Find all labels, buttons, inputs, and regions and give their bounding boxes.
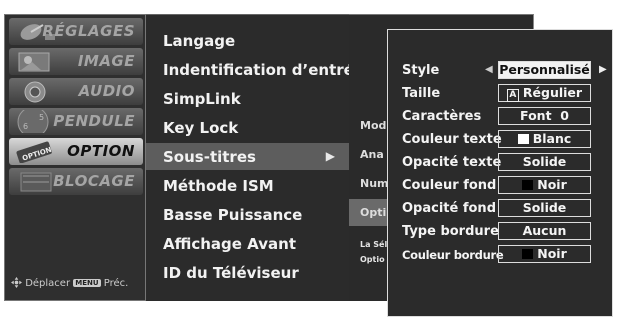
category-label: RÉGLAGES xyxy=(42,22,135,40)
couleur-texte-value[interactable]: Blanc xyxy=(498,130,591,148)
tv-menu-screen: RÉGLAGES IMAGE AUDIO 6 5 PENDULE OPTION … xyxy=(0,0,617,320)
submenu-label: Num xyxy=(360,177,389,190)
opacite-fond-value[interactable]: Solide xyxy=(498,199,591,217)
setting-opacite-texte[interactable]: Opacité texte Solide xyxy=(388,152,614,174)
picture-icon xyxy=(18,52,50,72)
option-label: Key Lock xyxy=(163,119,239,137)
category-label: OPTION xyxy=(67,142,135,160)
submenu-description: La Sél Optio xyxy=(360,237,387,267)
setting-label: Style xyxy=(402,63,440,78)
setting-label: Couleur bordure xyxy=(402,248,504,262)
option-input-identification[interactable]: Indentification d’entrée xyxy=(146,56,364,83)
option-label: Affichage Avant xyxy=(163,235,296,253)
back-label: Préc. xyxy=(103,278,129,289)
white-swatch xyxy=(517,134,529,144)
category-blocage[interactable]: BLOCAGE xyxy=(9,168,143,195)
font-size-icon: A xyxy=(506,89,519,102)
setting-opacite-fond[interactable]: Opacité fond Solide xyxy=(388,198,614,220)
setting-label: Caractères xyxy=(402,109,482,124)
setting-label: Taille xyxy=(402,86,441,101)
option-methode-ism[interactable]: Méthode ISM xyxy=(146,172,349,199)
option-affichage-avant[interactable]: Affichage Avant xyxy=(146,230,349,257)
type-bordure-value[interactable]: Aucun xyxy=(498,222,591,240)
couleur-fond-value[interactable]: Noir xyxy=(498,176,591,194)
setting-style[interactable]: Style ◀ Personnalisé ▶ xyxy=(388,60,614,82)
submenu-label: Mod xyxy=(360,119,387,132)
couleur-bordure-value[interactable]: Noir xyxy=(498,245,591,263)
style-value[interactable]: Personnalisé xyxy=(498,61,591,79)
caracteres-value[interactable]: Font 0 xyxy=(498,107,591,125)
category-label: PENDULE xyxy=(53,112,135,130)
option-label: Langage xyxy=(163,32,236,50)
submenu-label: Ana xyxy=(360,148,384,161)
navigation-hint: Déplacer MENU Préc. xyxy=(11,277,128,289)
setting-couleur-bordure[interactable]: Couleur bordure Noir xyxy=(388,244,614,266)
setting-couleur-fond[interactable]: Couleur fond Noir xyxy=(388,175,614,197)
submenu-label: Opti xyxy=(360,206,387,219)
opacite-texte-value[interactable]: Solide xyxy=(498,153,591,171)
setting-label: Opacité fond xyxy=(402,201,496,216)
setting-caracteres[interactable]: Caractères Font 0 xyxy=(388,106,614,128)
option-menu: Langage Indentification d’entrée SimpLin… xyxy=(146,14,364,301)
setting-label: Couleur fond xyxy=(402,178,497,193)
couleur-fond-text: Noir xyxy=(537,177,567,192)
menu-key-icon: MENU xyxy=(73,279,101,287)
option-label: ID du Téléviseur xyxy=(163,264,299,282)
category-reglages[interactable]: RÉGLAGES xyxy=(9,18,143,45)
setting-label: Type bordure xyxy=(402,224,499,239)
speaker-icon xyxy=(24,81,46,103)
submenu-arrow-icon: ▶ xyxy=(325,149,335,163)
subtitle-settings-panel: Style ◀ Personnalisé ▶ Taille A Régulier … xyxy=(387,29,613,317)
setting-taille[interactable]: Taille A Régulier xyxy=(388,83,614,105)
option-id-televiseur[interactable]: ID du Téléviseur xyxy=(146,259,349,286)
setting-type-bordure[interactable]: Type bordure Aucun xyxy=(388,221,614,243)
category-label: BLOCAGE xyxy=(53,172,135,190)
option-simplink[interactable]: SimpLink xyxy=(146,85,349,112)
move-label: Déplacer xyxy=(25,278,71,289)
taille-value-text: Régulier xyxy=(522,85,583,100)
setting-couleur-texte[interactable]: Couleur texte Blanc xyxy=(388,129,614,151)
option-label: Sous-titres xyxy=(163,148,256,166)
category-label: IMAGE xyxy=(77,52,135,70)
black-swatch xyxy=(522,180,534,190)
option-icon: OPTION xyxy=(16,141,53,163)
description-line: Optio xyxy=(360,255,385,264)
option-label: SimpLink xyxy=(163,90,241,108)
option-label: Indentification d’entrée xyxy=(163,61,365,79)
option-key-lock[interactable]: Key Lock xyxy=(146,114,349,141)
taille-value[interactable]: A Régulier xyxy=(498,84,591,102)
category-image[interactable]: IMAGE xyxy=(9,48,143,75)
svg-text:6: 6 xyxy=(23,122,28,131)
move-arrows-icon xyxy=(11,277,22,288)
category-audio[interactable]: AUDIO xyxy=(9,78,143,105)
right-arrow-icon[interactable]: ▶ xyxy=(599,64,607,75)
left-arrow-icon[interactable]: ◀ xyxy=(485,64,493,75)
option-basse-puissance[interactable]: Basse Puissance xyxy=(146,201,349,228)
couleur-bordure-text: Noir xyxy=(537,246,567,261)
category-menu: RÉGLAGES IMAGE AUDIO 6 5 PENDULE OPTION … xyxy=(4,14,146,301)
option-langage[interactable]: Langage xyxy=(146,27,349,54)
category-option[interactable]: OPTION OPTION xyxy=(9,138,143,165)
svg-text:5: 5 xyxy=(39,113,44,122)
setting-label: Opacité texte xyxy=(402,155,502,170)
category-pendule[interactable]: 6 5 PENDULE xyxy=(9,108,143,135)
couleur-texte-text: Blanc xyxy=(532,131,572,146)
description-line: La Sél xyxy=(360,240,388,249)
category-label: AUDIO xyxy=(78,82,135,100)
option-label: Basse Puissance xyxy=(163,206,303,224)
setting-label: Couleur texte xyxy=(402,132,502,147)
black-swatch xyxy=(522,249,534,259)
option-sous-titres[interactable]: Sous-titres ▶ xyxy=(146,143,349,170)
option-label: Méthode ISM xyxy=(163,177,274,195)
